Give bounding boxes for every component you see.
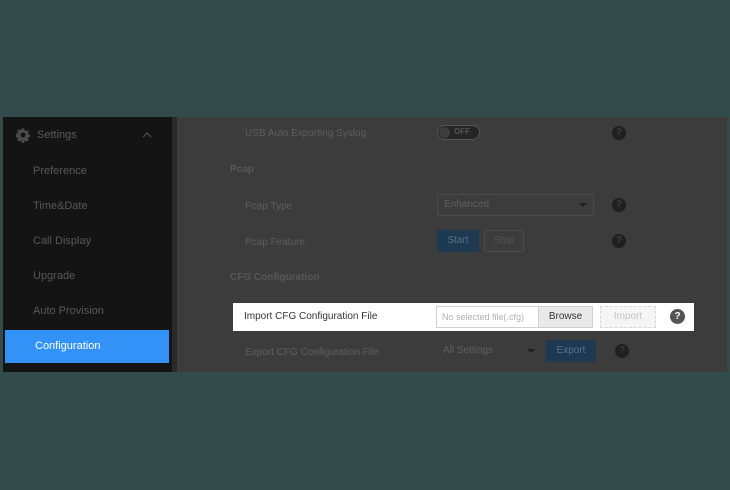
pcap-type-value: Enhanced [444, 199, 490, 210]
pcap-stop-button[interactable]: Stop [484, 230, 524, 252]
import-cfg-label: Import CFG Configuration File [244, 311, 378, 322]
pcap-type-help-icon[interactable]: ? [612, 198, 626, 212]
pcap-type-label: Pcap Type [245, 201, 293, 212]
sidebar-item-configuration[interactable]: Configuration [5, 330, 169, 363]
chevron-up-icon[interactable] [142, 131, 152, 139]
sidebar: Settings Preference Time&Date Call Displ… [3, 117, 172, 372]
toggle-knob [439, 127, 450, 138]
cfg-section-title: CFG Configuration [230, 272, 320, 283]
export-help-icon[interactable]: ? [615, 344, 629, 358]
sidebar-item-upgrade[interactable]: Upgrade [3, 260, 172, 293]
export-cfg-label: Export CFG Configuration File [245, 347, 379, 358]
usb-syslog-help-icon[interactable]: ? [612, 126, 626, 140]
pcap-start-button[interactable]: Start [437, 230, 479, 252]
sidebar-item-preference[interactable]: Preference [3, 155, 172, 188]
usb-syslog-label: USB Auto Exporting Syslog [245, 128, 367, 139]
cfg-file-input[interactable]: No selected file(.cfg) [436, 306, 539, 328]
import-button[interactable]: Import [600, 306, 656, 328]
main-panel: USB Auto Exporting Syslog OFF ? Pcap Pca… [177, 117, 727, 372]
chevron-down-icon [579, 203, 587, 207]
import-help-icon[interactable]: ? [670, 309, 685, 324]
sidebar-item-auto-provision[interactable]: Auto Provision [3, 295, 172, 328]
pcap-feature-help-icon[interactable]: ? [612, 234, 626, 248]
settings-window: Settings Preference Time&Date Call Displ… [3, 117, 727, 372]
browse-button[interactable]: Browse [538, 306, 593, 328]
sidebar-header[interactable]: Settings [3, 127, 172, 145]
pcap-type-select[interactable]: Enhanced [437, 194, 594, 216]
sidebar-item-call-display[interactable]: Call Display [3, 225, 172, 258]
pcap-feature-label: Pcap Feature [245, 237, 306, 248]
chevron-down-icon [527, 349, 535, 353]
export-scope-select[interactable]: All Settings [437, 341, 541, 363]
toggle-state-text: OFF [454, 127, 470, 136]
gear-icon [15, 127, 31, 143]
pcap-section-title: Pcap [230, 164, 254, 175]
sidebar-item-time-date[interactable]: Time&Date [3, 190, 172, 223]
export-scope-value: All Settings [443, 345, 494, 356]
import-cfg-row: Import CFG Configuration File No selecte… [233, 303, 694, 331]
sidebar-title: Settings [37, 129, 77, 141]
export-button[interactable]: Export [546, 340, 596, 362]
usb-syslog-toggle[interactable]: OFF [437, 125, 480, 140]
